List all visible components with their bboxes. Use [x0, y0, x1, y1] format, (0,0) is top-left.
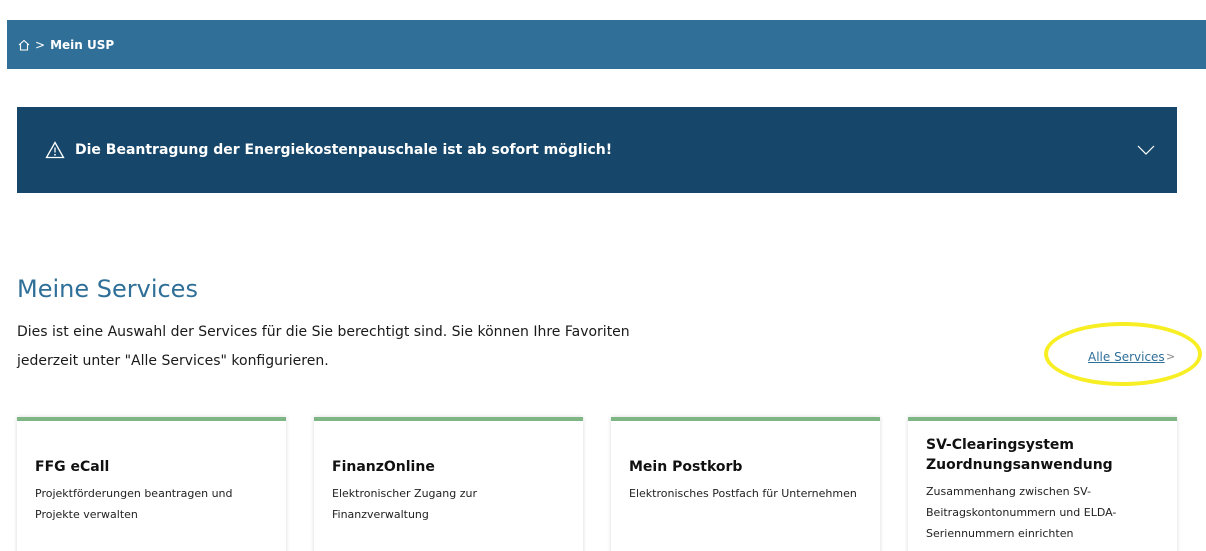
warning-icon	[45, 141, 65, 159]
card-title: FFG eCall	[35, 459, 110, 475]
breadcrumb-current: Mein USP	[50, 37, 115, 52]
chevron-down-icon[interactable]	[1137, 141, 1155, 159]
card-title: SV-Clearingsystem Zuordnungsanwendung	[926, 437, 1113, 473]
services-description: Dies ist eine Auswahl der Services für d…	[17, 324, 630, 369]
breadcrumb-separator: >	[35, 37, 46, 52]
page-title: Meine Services	[17, 275, 198, 303]
service-card-sv-clearingsystem[interactable]: SV-Clearingsystem Zuordnungsanwendung Zu…	[908, 417, 1177, 551]
chevron-right-icon: >	[1166, 350, 1176, 363]
card-description: Zusammenhang zwischen SV-Beitragskontonu…	[926, 485, 1117, 540]
service-card-finanzonline[interactable]: FinanzOnline Elektronischer Zugang zur F…	[314, 417, 583, 551]
breadcrumb: > Mein USP	[7, 20, 1206, 69]
all-services-link[interactable]: Alle Services	[1088, 350, 1165, 364]
home-icon[interactable]	[17, 38, 31, 52]
alert-text: Die Beantragung der Energiekostenpauscha…	[75, 142, 613, 158]
card-title: FinanzOnline	[332, 459, 435, 475]
card-description: Elektronischer Zugang zur Finanzverwaltu…	[332, 487, 477, 521]
alert-banner[interactable]: Die Beantragung der Energiekostenpauscha…	[17, 107, 1177, 193]
service-card-mein-postkorb[interactable]: Mein Postkorb Elektronisches Postfach fü…	[611, 417, 880, 551]
card-description: Projektförderungen beantragen und Projek…	[35, 487, 233, 521]
card-description: Elektronisches Postfach für Unternehmen	[629, 487, 857, 500]
card-title: Mein Postkorb	[629, 459, 743, 475]
service-card-ffg-ecall[interactable]: FFG eCall Projektförderungen beantragen …	[17, 417, 286, 551]
